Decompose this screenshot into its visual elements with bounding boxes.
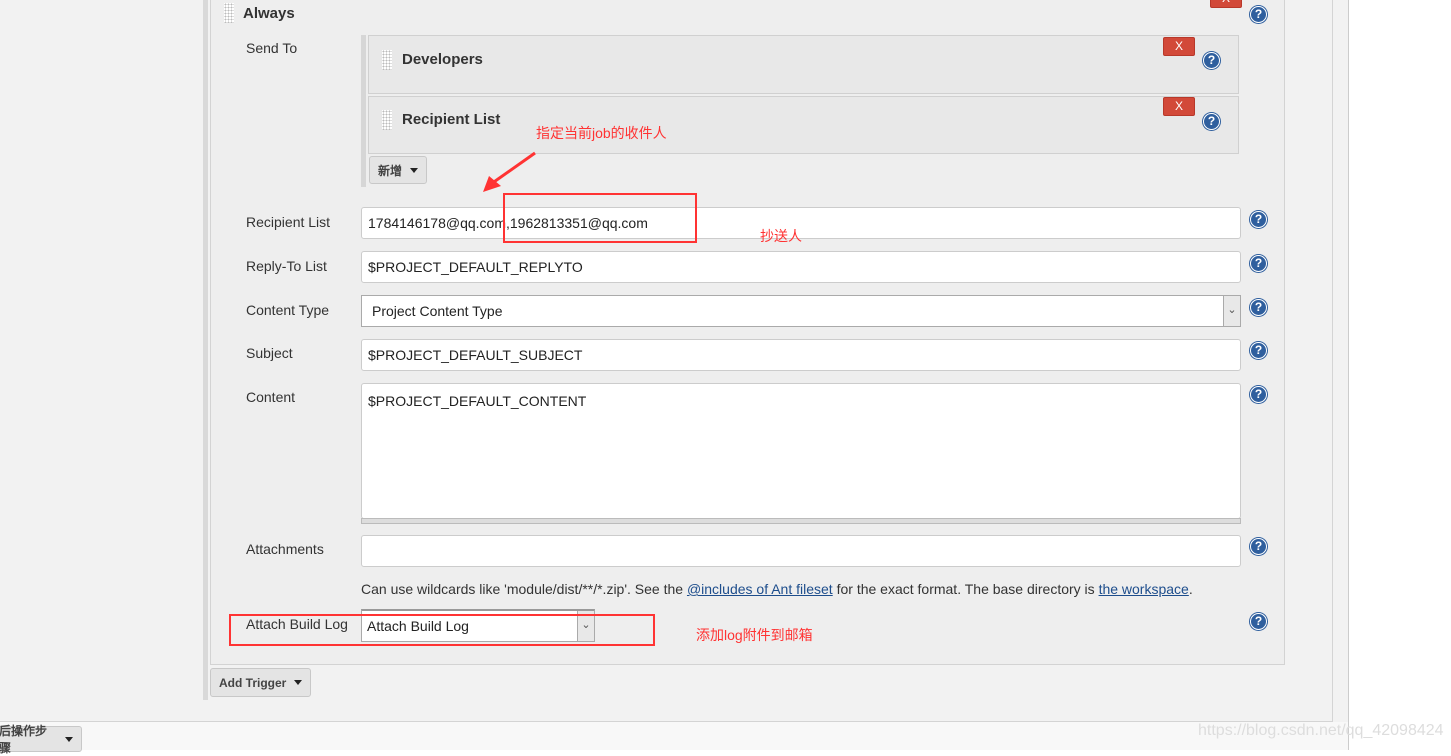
help-icon[interactable]: ? <box>1203 52 1220 69</box>
help-icon[interactable]: ? <box>1250 342 1267 359</box>
add-recipient-button[interactable]: 新增 <box>369 156 428 184</box>
content-type-label: Content Type <box>246 302 330 318</box>
help-icon[interactable]: ? <box>1250 538 1267 555</box>
recipient-list-label: Recipient List <box>246 214 331 230</box>
delete-recipient-list-button[interactable]: X <box>1163 97 1195 116</box>
chevron-down-icon: ⌄ <box>1223 296 1240 326</box>
attachments-input[interactable] <box>361 535 1241 567</box>
content-textarea[interactable]: $PROJECT_DEFAULT_CONTENT <box>361 383 1241 519</box>
add-label: 新增 <box>378 163 403 178</box>
annotation-recipients: 指定当前job的收件人 <box>536 125 667 141</box>
caret-down-icon <box>410 167 419 173</box>
content-type-value: Project Content Type <box>372 303 503 319</box>
caret-down-icon <box>294 680 303 685</box>
subject-label: Subject <box>246 345 293 361</box>
drag-handle-icon[interactable] <box>382 110 392 130</box>
ant-fileset-link[interactable]: @includes of Ant fileset <box>687 581 833 597</box>
textarea-resize-bar[interactable] <box>361 518 1241 524</box>
section-indent-bar <box>203 0 208 700</box>
send-to-label: Send To <box>246 40 298 56</box>
bottom-bar <box>0 722 1348 750</box>
send-to-bar <box>361 35 366 187</box>
recipient-list-title: Recipient List <box>402 111 501 128</box>
help-text: Can use wildcards like 'module/dist/**/*… <box>361 581 687 597</box>
help-text: . <box>1188 581 1193 597</box>
attachments-help-text: Can use wildcards like 'module/dist/**/*… <box>361 581 1193 597</box>
help-icon[interactable]: ? <box>1250 255 1267 272</box>
add-post-build-step-button[interactable]: 后操作步骤 <box>0 724 82 755</box>
watermark: https://blog.csdn.net/qq_42098424 <box>1198 722 1444 739</box>
annotation-arrow-icon <box>483 151 536 192</box>
developers-title: Developers <box>402 51 483 68</box>
annotation-attach-log: 添加log附件到邮箱 <box>696 627 813 643</box>
annotation-cc: 抄送人 <box>760 228 802 244</box>
annotation-box-attach-log <box>229 614 655 646</box>
content-label: Content <box>246 389 296 405</box>
content-type-select[interactable]: Project Content Type ⌄ <box>361 295 1241 327</box>
help-icon[interactable]: ? <box>1250 613 1267 630</box>
trigger-title: Always <box>243 5 295 22</box>
drag-handle-icon[interactable] <box>224 3 234 23</box>
help-icon[interactable]: ? <box>1250 6 1267 23</box>
workspace-link[interactable]: the workspace <box>1099 581 1189 597</box>
help-icon[interactable]: ? <box>1250 211 1267 228</box>
delete-trigger-button[interactable]: X <box>1210 0 1242 8</box>
delete-developers-button[interactable]: X <box>1163 37 1195 56</box>
reply-to-input[interactable]: $PROJECT_DEFAULT_REPLYTO <box>361 251 1241 283</box>
help-icon[interactable]: ? <box>1203 113 1220 130</box>
add-trigger-label: Add Trigger <box>219 675 287 690</box>
subject-input[interactable]: $PROJECT_DEFAULT_SUBJECT <box>361 339 1241 371</box>
attachments-label: Attachments <box>246 541 324 557</box>
reply-to-label: Reply-To List <box>246 258 327 274</box>
drag-handle-icon[interactable] <box>382 50 392 70</box>
add-trigger-button[interactable]: Add Trigger <box>210 668 312 697</box>
post-build-label: 后操作步骤 <box>0 724 48 755</box>
annotation-box-cc <box>503 193 697 243</box>
help-icon[interactable]: ? <box>1250 386 1267 403</box>
send-to-developers <box>368 35 1239 94</box>
caret-down-icon <box>65 736 73 742</box>
help-text: for the exact format. The base directory… <box>832 581 1099 597</box>
help-icon[interactable]: ? <box>1250 299 1267 316</box>
